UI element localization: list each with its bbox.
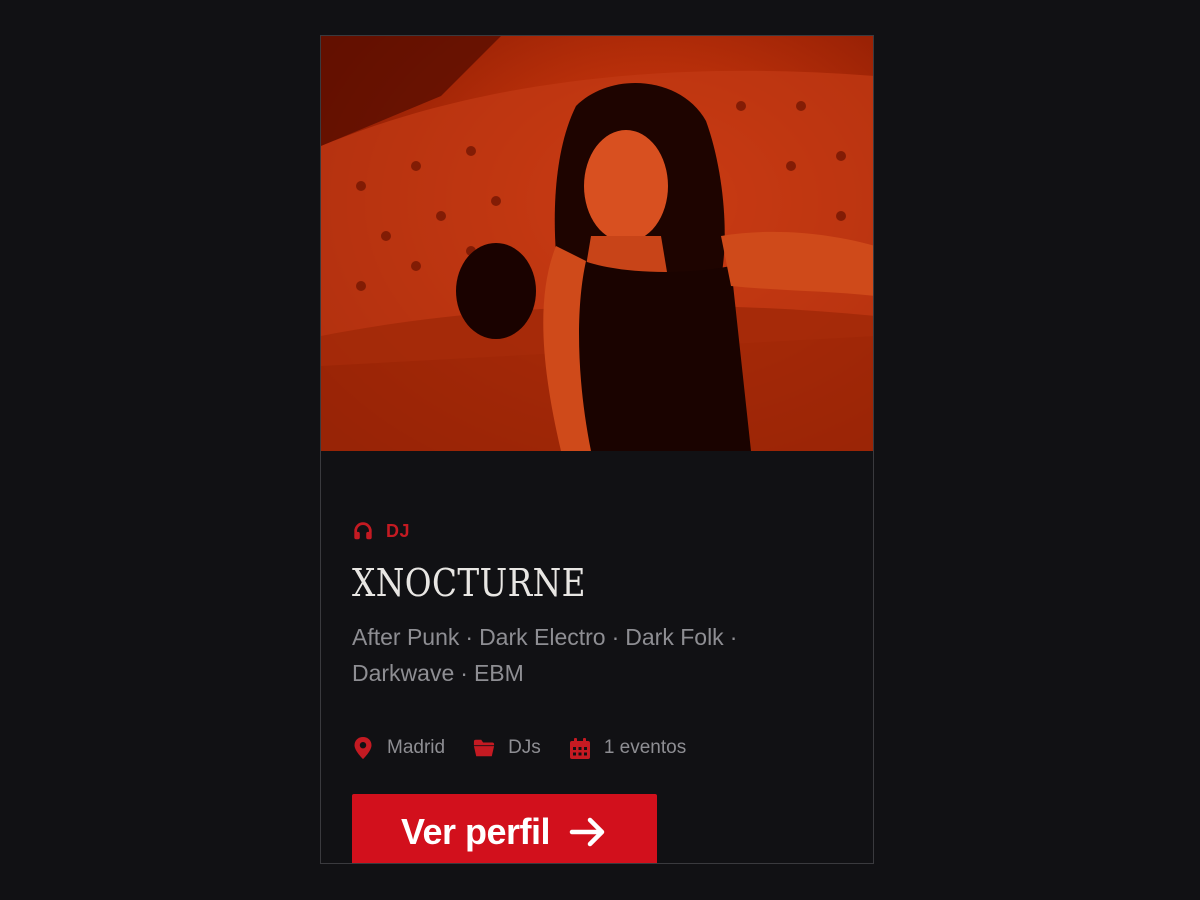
artist-photo[interactable] [321, 36, 873, 451]
meta-events-label: 1 eventos [603, 737, 687, 758]
genre-list: After Punk · Dark Electro · Dark Folk · Darkwa… [352, 619, 822, 691]
genre-separator: · [611, 624, 620, 650]
artist-name[interactable]: XNOCTURNE [352, 561, 586, 605]
genre-tag: Dark Electro [479, 624, 606, 650]
genre-tag: Darkwave [352, 660, 455, 686]
view-profile-button[interactable]: Ver perfil [352, 794, 657, 863]
meta-events: 1 eventos [569, 737, 686, 759]
artist-meta: Madrid DJs 1 eventos [352, 737, 686, 759]
genre-tag: Dark Folk [625, 624, 724, 650]
card-body: DJ XNOCTURNE After Punk · Dark Electro · Dar… [352, 451, 842, 863]
calendar-icon [569, 737, 591, 759]
meta-location: Madrid [352, 737, 445, 759]
genre-tag: EBM [473, 660, 524, 686]
genre-separator: · [465, 624, 474, 650]
artist-category-label: DJ [386, 520, 411, 541]
meta-category: DJs [473, 737, 541, 759]
folder-icon [473, 737, 495, 759]
headphones-icon [352, 520, 374, 542]
view-profile-label: Ver perfil [400, 811, 551, 852]
artist-card[interactable]: DJ XNOCTURNE After Punk · Dark Electro · Dar… [320, 35, 874, 864]
artist-category: DJ [352, 520, 410, 542]
genre-separator: · [460, 660, 468, 686]
meta-location-label: Madrid [387, 737, 446, 758]
map-pin-icon [352, 737, 374, 759]
artist-photo-illustration [321, 36, 873, 451]
arrow-right-icon [568, 812, 608, 852]
genre-separator: · [729, 624, 738, 650]
genre-tag: After Punk [352, 624, 460, 650]
meta-category-label: DJs [508, 737, 541, 758]
